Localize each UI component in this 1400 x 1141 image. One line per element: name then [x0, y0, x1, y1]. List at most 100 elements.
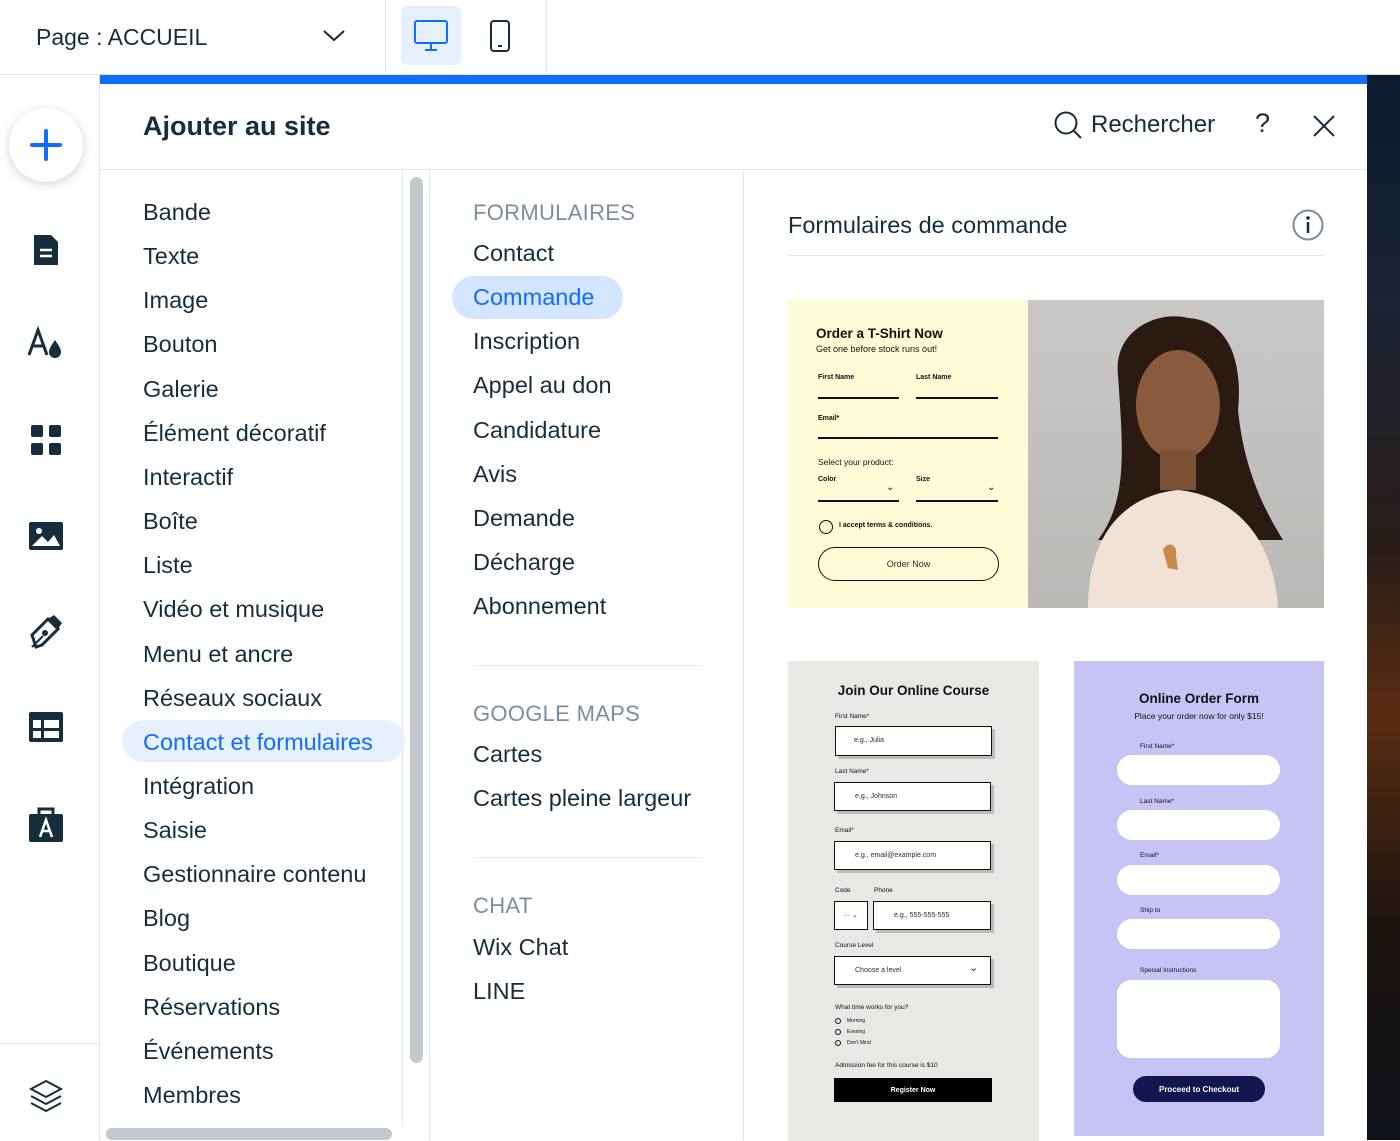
- category-item[interactable]: Boutique: [143, 950, 236, 977]
- left-toolbar: [0, 75, 100, 1140]
- field-label: Last Name: [916, 374, 952, 381]
- register-button: Register Now: [834, 1078, 992, 1102]
- category-item[interactable]: Saisie: [143, 817, 207, 844]
- category-item[interactable]: Réseaux sociaux: [143, 685, 322, 712]
- page-selector-label: Page : ACCUEIL: [36, 23, 208, 50]
- add-elements-button[interactable]: [9, 108, 83, 182]
- subcategory-item[interactable]: Inscription: [473, 328, 580, 355]
- panel-header: Ajouter au site Rechercher ?: [100, 84, 1367, 170]
- horizontal-scrollbar[interactable]: [106, 1128, 392, 1140]
- info-icon[interactable]: [1292, 209, 1324, 241]
- apps-button[interactable]: [22, 416, 70, 464]
- field-line: [818, 437, 998, 439]
- category-item[interactable]: Image: [143, 287, 208, 314]
- preset-card-course[interactable]: Join Our Online Course First Name* e.g.,…: [788, 661, 1039, 1141]
- table-icon: [29, 712, 63, 742]
- category-item[interactable]: Intégration: [143, 773, 254, 800]
- terms-checkbox: [819, 520, 833, 534]
- checkout-button: Proceed to Checkout: [1133, 1076, 1265, 1102]
- pen-icon: [30, 615, 62, 649]
- field-line: [916, 397, 998, 399]
- subcategory-item[interactable]: Appel au don: [473, 372, 612, 399]
- search-button[interactable]: Rechercher: [1053, 110, 1215, 140]
- level-placeholder: Choose a level: [855, 967, 902, 974]
- category-item[interactable]: Bouton: [143, 331, 217, 358]
- divider: [473, 857, 702, 858]
- category-item[interactable]: Événements: [143, 1038, 274, 1065]
- desktop-view-button[interactable]: [401, 6, 461, 65]
- theme-button[interactable]: [22, 319, 70, 367]
- search-label: Rechercher: [1091, 111, 1216, 138]
- subcategory-item[interactable]: Décharge: [473, 549, 575, 576]
- mobile-view-button[interactable]: [470, 6, 530, 65]
- table-button[interactable]: [22, 703, 70, 751]
- subcategory-item[interactable]: Cartes pleine largeur: [473, 785, 691, 812]
- section-forms-header: FORMULAIRES: [473, 200, 636, 225]
- category-item[interactable]: Boîte: [143, 508, 198, 535]
- subcategory-item[interactable]: Candidature: [473, 417, 601, 444]
- help-button[interactable]: ?: [1255, 108, 1270, 139]
- category-item[interactable]: Élément décoratif: [143, 420, 326, 447]
- code-value: ···: [843, 912, 850, 919]
- category-item[interactable]: Texte: [143, 243, 199, 270]
- subcategory-item[interactable]: Demande: [473, 505, 575, 532]
- first-name-field: e.g., Julia: [835, 726, 992, 756]
- category-item[interactable]: Galerie: [143, 376, 219, 403]
- portfolio-button[interactable]: [22, 800, 70, 848]
- category-item[interactable]: Réservations: [143, 994, 280, 1021]
- terms-label: I accept terms & conditions.: [839, 522, 933, 529]
- subcategory-item[interactable]: Cartes: [473, 741, 542, 768]
- media-button[interactable]: [22, 512, 70, 560]
- accent-bar: [100, 75, 1367, 84]
- add-panel: Ajouter au site Rechercher ? Bande Texte I…: [100, 84, 1367, 1141]
- field-label: What time works for you?: [835, 1004, 909, 1011]
- plus-icon: [30, 129, 62, 161]
- category-list-inner: Bande Texte Image Bouton Galerie Élément déco…: [100, 171, 405, 1125]
- category-item[interactable]: Gestionnaire contenu: [143, 861, 366, 888]
- field-line: [818, 397, 899, 399]
- category-item[interactable]: Membres: [143, 1082, 241, 1109]
- scrollbar[interactable]: [410, 177, 423, 1063]
- field-label: Select your product:: [818, 457, 894, 467]
- close-icon[interactable]: [1312, 114, 1336, 138]
- subcategory-item[interactable]: Wix Chat: [473, 934, 568, 961]
- instructions-field: [1117, 980, 1280, 1058]
- phone-field: e.g., 555-555-555: [873, 901, 991, 930]
- subcategory-item[interactable]: LINE: [473, 978, 525, 1005]
- model-photo: [1028, 300, 1324, 608]
- radio: [835, 1029, 841, 1035]
- category-list: Bande Texte Image Bouton Galerie Élément déco…: [100, 171, 430, 1140]
- category-item[interactable]: Liste: [143, 552, 193, 579]
- subcategory-item[interactable]: Abonnement: [473, 593, 606, 620]
- pages-button[interactable]: [22, 226, 70, 274]
- panel-title: Ajouter au site: [143, 111, 331, 141]
- subcategory-item[interactable]: Contact: [473, 240, 554, 267]
- field-label: Course Level: [835, 942, 874, 949]
- category-item[interactable]: Vidéo et musique: [143, 596, 324, 623]
- subcategory-list: FORMULAIRES Contact Commande Inscription Ap…: [431, 171, 744, 1140]
- divider: [473, 665, 702, 666]
- subcategory-item[interactable]: Avis: [473, 461, 517, 488]
- email-field: [1117, 865, 1280, 895]
- field-line: [818, 500, 899, 502]
- section-chat-header: CHAT: [473, 893, 533, 918]
- category-item[interactable]: Blog: [143, 905, 190, 932]
- preset-card-order[interactable]: Online Order Form Place your order now f…: [1074, 661, 1324, 1136]
- subcategory-item[interactable]: Commande: [473, 284, 594, 311]
- last-name-field: [1117, 810, 1280, 840]
- layers-button[interactable]: [22, 1072, 70, 1120]
- category-item[interactable]: Bande: [143, 199, 211, 226]
- category-item[interactable]: Contact et formulaires: [143, 729, 373, 756]
- blog-button[interactable]: [22, 608, 70, 656]
- field-label: Color: [818, 476, 837, 483]
- page-selector[interactable]: Page : ACCUEIL: [0, 0, 386, 74]
- category-item[interactable]: Interactif: [143, 464, 233, 491]
- radio-label: Evening: [847, 1029, 866, 1035]
- portfolio-icon: [29, 807, 63, 842]
- pages-icon: [34, 235, 58, 265]
- field-label: Email*: [1140, 852, 1159, 859]
- preset-card-tshirt[interactable]: Order a T-Shirt Now Get one before stock…: [788, 300, 1324, 608]
- category-item[interactable]: Menu et ancre: [143, 641, 293, 668]
- field-label: Phone: [874, 887, 893, 894]
- radio: [835, 1040, 841, 1046]
